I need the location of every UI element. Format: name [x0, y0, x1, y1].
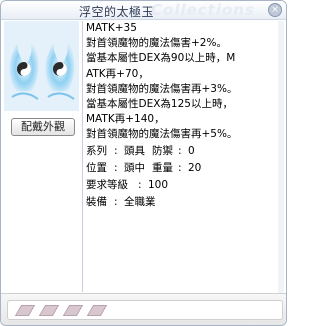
- title-bar[interactable]: Collections 浮空的太極玉 ×: [1, 1, 286, 20]
- description-line: 對首領魔物的魔法傷害再+3%。: [86, 82, 238, 95]
- card-slot[interactable]: [86, 305, 108, 316]
- item-image: [4, 21, 79, 111]
- taiji-orb-icon: [9, 39, 75, 100]
- colon: :: [178, 144, 182, 157]
- level-label: 要求等級: [86, 178, 128, 191]
- description-line: MATK再+140，: [86, 113, 165, 126]
- colon: :: [114, 161, 118, 174]
- colon: :: [138, 178, 142, 191]
- position-label: 位置: [86, 161, 107, 174]
- position-value: 頭中: [124, 161, 145, 174]
- item-info-window: Collections 浮空的太極玉 × 配戴外觀 MATK+35 對首領魔物的…: [0, 0, 287, 326]
- description-line: 對首領魔物的魔法傷害再+5%。: [86, 128, 238, 141]
- card-slot[interactable]: [14, 305, 36, 316]
- stat-row-equip: 裝備: 全職業: [83, 194, 278, 211]
- weight-value: 20: [188, 161, 202, 174]
- card-slot-bar: [1, 293, 286, 325]
- card-slot[interactable]: [38, 305, 60, 316]
- description-line: 對首領魔物的魔法傷害+2%。: [86, 37, 227, 50]
- description-line: 當基本屬性DEX為125以上時，: [86, 98, 233, 111]
- description-line: ATK再+70，: [86, 67, 149, 80]
- stat-row-position-weight: 位置: 頭中 重量:20: [83, 160, 278, 177]
- close-button[interactable]: ×: [268, 3, 282, 17]
- stat-row-level: 要求等級:100: [83, 177, 278, 194]
- appearance-button[interactable]: 配戴外觀: [11, 118, 75, 136]
- equip-label: 裝備: [86, 195, 107, 208]
- watermark: Collections: [151, 1, 255, 19]
- item-description: MATK+35 對首領魔物的魔法傷害+2%。 當基本屬性DEX為90以上時，M …: [82, 21, 278, 292]
- window-title: 浮空的太極玉: [79, 5, 155, 19]
- type-label: 系列: [86, 144, 107, 157]
- weight-label: 重量: [152, 161, 173, 174]
- defense-label: 防禦: [152, 144, 173, 157]
- scrollbar[interactable]: [278, 21, 284, 293]
- description-line: 當基本屬性DEX為90以上時，M: [86, 52, 236, 65]
- description-line: MATK+35: [86, 22, 137, 34]
- defense-value: 0: [188, 144, 195, 157]
- colon: :: [178, 161, 182, 174]
- level-value: 100: [148, 178, 169, 191]
- equip-value: 全職業: [124, 195, 156, 208]
- type-value: 頭具: [124, 144, 145, 157]
- colon: :: [114, 144, 118, 157]
- card-slot[interactable]: [62, 305, 84, 316]
- stat-row-type-defense: 系列: 頭具 防禦:0: [83, 143, 278, 160]
- card-slots: [7, 300, 283, 320]
- colon: :: [114, 195, 118, 208]
